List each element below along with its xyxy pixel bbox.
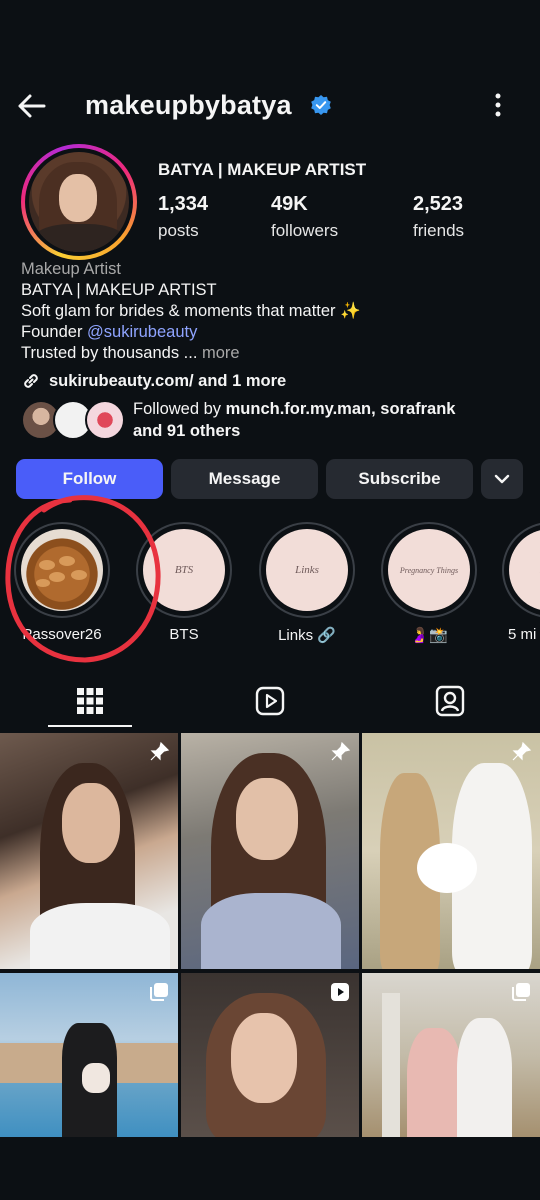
back-arrow-icon[interactable] [14,88,50,124]
highlight-5mi[interactable]: 5 Mi 5 mi [500,522,540,643]
bio-line: Soft glam for brides & moments that matt… [21,302,361,320]
highlight-label: 🤰📸 [410,627,448,644]
stat-number: 2,523 [413,193,464,215]
post-tile[interactable] [181,973,359,1139]
followed-by-row[interactable]: Followed by munch.for.my.man, sorafrank … [21,398,521,442]
username-title: makeupbybatya [85,90,292,120]
pin-icon [512,741,532,761]
stat-label: followers [271,221,339,240]
grid-icon[interactable] [73,684,107,718]
post-tile[interactable] [181,733,359,969]
highlight-cover: Links [266,529,348,611]
profile-header: makeupbybatya [0,78,540,134]
stat-followers[interactable]: 49K followers [271,193,338,241]
bio-more-link[interactable]: more [202,344,240,362]
link-icon [24,374,38,388]
bio-mention-link[interactable]: @sukirubeauty [87,323,197,341]
display-name: BATYA | MAKEUP ARTIST [158,160,367,179]
content-tabs [0,672,540,728]
highlight-label: Links 🔗 [278,627,336,644]
subscribe-button[interactable]: Subscribe [326,459,473,499]
profile-link[interactable]: sukirubeauty.com/ and 1 more [21,371,286,391]
bio-founder-prefix: Founder [21,323,88,341]
mutual-avatar [85,400,125,440]
bio-line: Trusted by thousands ... more [21,343,521,364]
posts-grid [0,733,540,1139]
bio-category: Makeup Artist [21,260,121,278]
followed-by-names: munch.for.my.man, sorafrank [225,400,456,418]
profile-link-text: sukirubeauty.com/ and 1 more [49,371,287,390]
tagged-icon[interactable] [433,684,467,718]
reels-icon[interactable] [253,684,287,718]
stat-label: friends [413,221,465,240]
highlight-cover: 5 Mi [509,529,540,611]
bio-line: BATYA | MAKEUP ARTIST [21,281,217,299]
highlight-pregnancy[interactable]: Pregnancy Things 🤰📸 [379,522,479,644]
stat-number: 1,334 [158,193,209,215]
highlight-links[interactable]: Links Links 🔗 [257,522,357,644]
followed-by-others: and 91 others [133,422,241,440]
message-button[interactable]: Message [171,459,318,499]
annotation-circle [5,495,161,663]
bottom-area [0,1137,540,1200]
pin-icon [150,741,170,761]
stat-friends[interactable]: 2,523 friends [413,193,464,241]
followed-by-text: Followed by munch.for.my.man, sorafrank … [133,398,455,442]
profile-bio: Makeup Artist BATYA | MAKEUP ARTIST Soft… [21,259,521,364]
bio-line: Founder @sukirubeauty [21,322,521,343]
avatar [29,152,129,252]
profile-avatar-ring[interactable] [21,144,137,260]
post-tile[interactable] [0,733,178,969]
post-tile[interactable] [0,973,178,1139]
stat-number: 49K [271,193,308,215]
profile-stats: 1,334 posts 49K followers 2,523 friends [158,193,518,253]
stat-posts[interactable]: 1,334 posts [158,193,208,241]
pin-icon [331,741,351,761]
verified-badge-icon [311,95,331,115]
bio-line-text: Trusted by thousands ... [21,344,202,362]
followed-by-prefix: Followed by [133,400,226,418]
post-tile[interactable] [362,733,540,969]
suggested-accounts-button[interactable] [481,459,523,499]
chevron-down-icon [494,474,510,484]
reel-play-icon [331,983,349,1001]
carousel-icon [150,983,168,1001]
carousel-icon [512,983,530,1001]
highlight-label: 5 mi [508,626,537,643]
post-tile[interactable] [362,973,540,1139]
more-vertical-icon[interactable] [486,90,510,120]
stat-label: posts [158,221,199,240]
active-tab-indicator [48,725,132,727]
highlight-cover: Pregnancy Things [388,529,470,611]
